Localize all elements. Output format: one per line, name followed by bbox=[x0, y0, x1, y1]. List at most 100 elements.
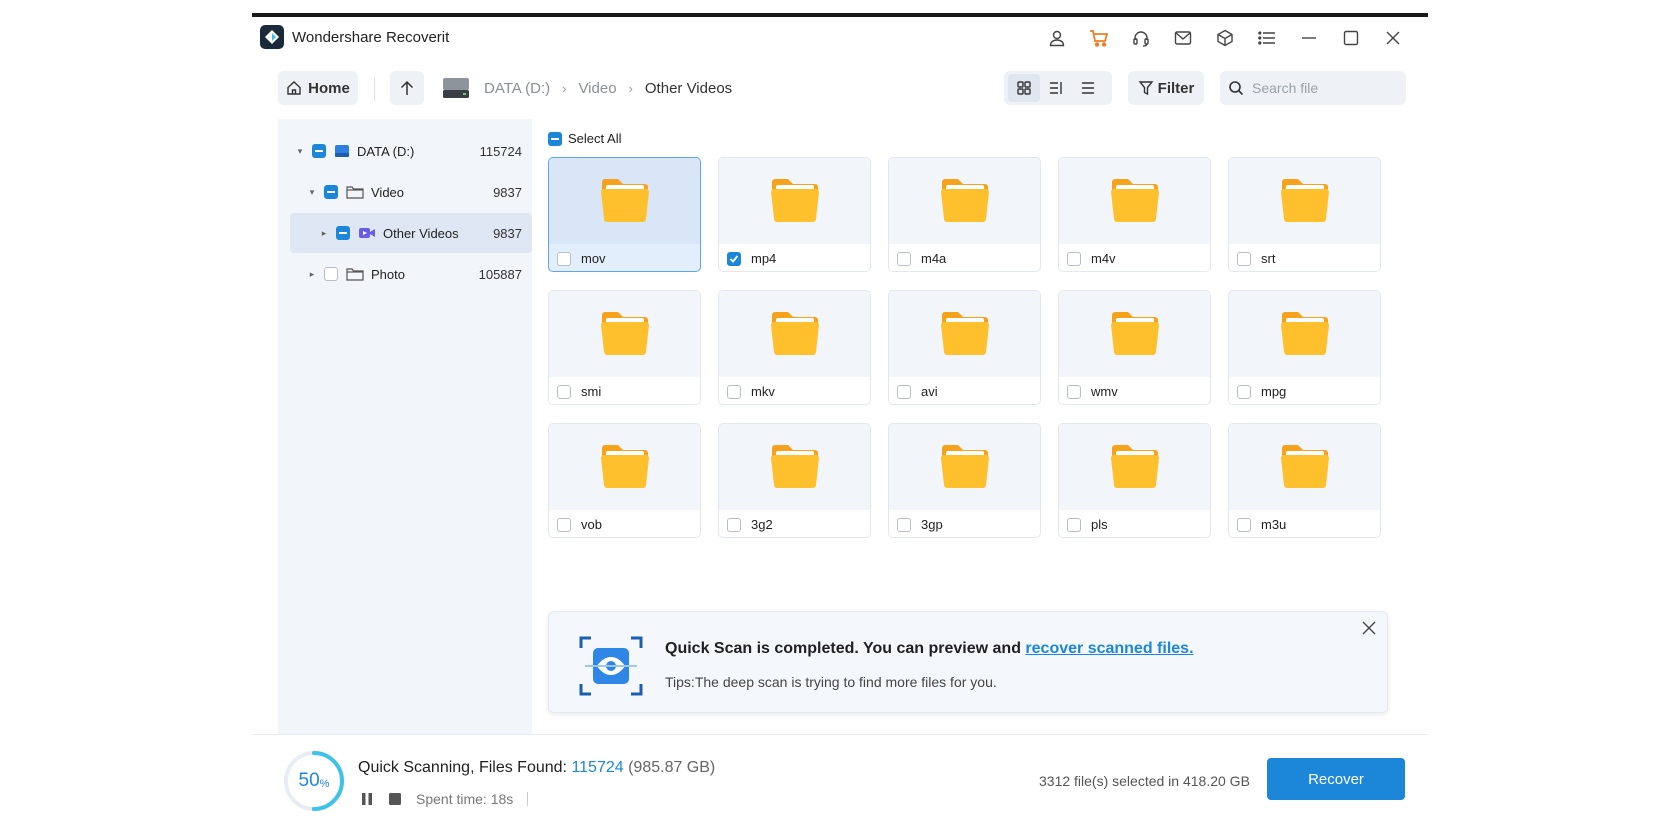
menu-icon[interactable] bbox=[1246, 25, 1288, 51]
folder-card-m4v[interactable]: m4v bbox=[1058, 157, 1211, 272]
folder-card-vob[interactable]: vob bbox=[548, 423, 701, 538]
up-level-button[interactable] bbox=[390, 71, 424, 105]
folder-card-smi[interactable]: smi bbox=[548, 290, 701, 405]
recover-scanned-files-link[interactable]: recover scanned files. bbox=[1025, 640, 1193, 657]
select-all-checkbox[interactable] bbox=[548, 131, 562, 146]
folder-card-m3u[interactable]: m3u bbox=[1228, 423, 1381, 538]
thumbnail bbox=[1059, 291, 1210, 377]
folder-card-wmv[interactable]: wmv bbox=[1058, 290, 1211, 405]
breadcrumb-video[interactable]: Video bbox=[578, 80, 616, 97]
tree-checkbox[interactable] bbox=[336, 226, 350, 240]
folder-card-pls[interactable]: pls bbox=[1058, 423, 1211, 538]
caret-down-icon[interactable]: ▾ bbox=[306, 187, 318, 198]
folder-checkbox[interactable] bbox=[727, 384, 741, 399]
file-content-area: Select All mov mp4 m4a m4v srt smi mkv avi wmv mp… bbox=[538, 119, 1428, 734]
tree-item-label: Other Videos bbox=[383, 225, 459, 241]
folder-name: mpg bbox=[1261, 384, 1287, 399]
folder-checkbox[interactable] bbox=[897, 517, 911, 532]
folder-card-mpg[interactable]: mpg bbox=[1228, 290, 1381, 405]
folder-checkbox[interactable] bbox=[727, 251, 741, 266]
card-footer: pls bbox=[1059, 510, 1210, 537]
thumbnail bbox=[889, 424, 1040, 510]
folder-icon bbox=[769, 439, 821, 496]
tree-item-count: 105887 bbox=[478, 266, 522, 282]
tree-item-count: 115724 bbox=[479, 143, 522, 159]
folder-icon bbox=[599, 306, 651, 363]
maximize-icon[interactable] bbox=[1330, 25, 1372, 51]
folder-checkbox[interactable] bbox=[1237, 251, 1251, 266]
detail-view-button[interactable] bbox=[1040, 74, 1072, 102]
folder-checkbox[interactable] bbox=[1237, 384, 1251, 399]
breadcrumb-drive[interactable]: DATA (D:) bbox=[484, 80, 550, 97]
folder-card-srt[interactable]: srt bbox=[1228, 157, 1381, 272]
breadcrumb: DATA (D:) › Video › Other Videos bbox=[442, 71, 738, 105]
tree-checkbox[interactable] bbox=[324, 185, 338, 199]
folder-card-mp4[interactable]: mp4 bbox=[718, 157, 871, 272]
filter-button[interactable]: Filter bbox=[1128, 71, 1204, 105]
folder-card-mkv[interactable]: mkv bbox=[718, 290, 871, 405]
folder-checkbox[interactable] bbox=[1067, 251, 1081, 266]
app-logo-icon bbox=[260, 25, 284, 49]
folder-name: srt bbox=[1261, 251, 1276, 266]
folder-card-3gp[interactable]: 3gp bbox=[888, 423, 1041, 538]
list-view-button[interactable] bbox=[1072, 74, 1104, 102]
search-input[interactable] bbox=[1250, 79, 1394, 97]
tree-item-other-videos[interactable]: ▸ Other Videos 9837 bbox=[290, 213, 532, 253]
video-camera-icon bbox=[358, 226, 376, 240]
status-bar: 50% Quick Scanning, Files Found: 115724 … bbox=[252, 734, 1428, 830]
folder-checkbox[interactable] bbox=[727, 517, 741, 532]
tip-label: Tips: bbox=[665, 674, 695, 690]
minimize-icon[interactable] bbox=[1288, 25, 1330, 51]
home-button[interactable]: Home bbox=[278, 71, 358, 105]
caret-right-icon[interactable]: ▸ bbox=[318, 228, 330, 239]
scan-controls: Spent time: 18s bbox=[360, 791, 529, 807]
select-all[interactable]: Select All bbox=[548, 131, 621, 146]
tree-item-count: 9837 bbox=[493, 225, 522, 241]
tree-item-photo[interactable]: ▸ Photo 105887 bbox=[278, 254, 532, 294]
pause-icon[interactable] bbox=[360, 792, 374, 806]
cart-icon[interactable] bbox=[1078, 25, 1120, 51]
folder-checkbox[interactable] bbox=[557, 384, 571, 399]
folder-checkbox[interactable] bbox=[557, 517, 571, 532]
stop-icon[interactable] bbox=[388, 792, 402, 806]
folder-card-m4a[interactable]: m4a bbox=[888, 157, 1041, 272]
grid-view-button[interactable] bbox=[1008, 74, 1040, 102]
thumbnail bbox=[1229, 291, 1380, 377]
caret-down-icon[interactable]: ▾ bbox=[294, 146, 306, 157]
close-icon[interactable] bbox=[1372, 25, 1414, 51]
tip-text: The deep scan is trying to find more fil… bbox=[694, 674, 997, 690]
view-mode-group bbox=[1004, 71, 1112, 105]
folder-icon bbox=[1279, 439, 1331, 496]
folder-card-3g2[interactable]: 3g2 bbox=[718, 423, 871, 538]
caret-right-icon[interactable]: ▸ bbox=[306, 269, 318, 280]
folder-checkbox[interactable] bbox=[1237, 517, 1251, 532]
checkmark-icon bbox=[729, 254, 739, 263]
folder-checkbox[interactable] bbox=[897, 251, 911, 266]
tree-item-video[interactable]: ▾ Video 9837 bbox=[278, 172, 532, 212]
folder-icon bbox=[599, 439, 651, 496]
breadcrumb-other-videos[interactable]: Other Videos bbox=[645, 80, 732, 97]
headset-icon[interactable] bbox=[1120, 25, 1162, 51]
tree-item-data-drive[interactable]: ▾ DATA (D:) 115724 bbox=[278, 131, 532, 171]
recover-button[interactable]: Recover bbox=[1267, 758, 1405, 800]
notice-close-icon[interactable] bbox=[1359, 618, 1379, 638]
card-footer: 3gp bbox=[889, 510, 1040, 537]
tree-checkbox[interactable] bbox=[324, 267, 338, 281]
filter-icon bbox=[1138, 81, 1154, 96]
thumbnail bbox=[719, 158, 870, 244]
card-footer: mov bbox=[549, 244, 700, 271]
box-icon[interactable] bbox=[1204, 25, 1246, 51]
folder-card-mov[interactable]: mov bbox=[548, 157, 701, 272]
thumbnail bbox=[1229, 158, 1380, 244]
folder-card-avi[interactable]: avi bbox=[888, 290, 1041, 405]
folder-checkbox[interactable] bbox=[1067, 384, 1081, 399]
folder-checkbox[interactable] bbox=[897, 384, 911, 399]
mail-icon[interactable] bbox=[1162, 25, 1204, 51]
scan-status-title: Quick Scanning, Files Found: 115724 (985… bbox=[358, 759, 715, 777]
user-icon[interactable] bbox=[1036, 25, 1078, 51]
tree-checkbox[interactable] bbox=[312, 144, 326, 158]
thumbnail bbox=[1059, 158, 1210, 244]
folder-checkbox[interactable] bbox=[557, 251, 571, 266]
app-title: Wondershare Recoverit bbox=[292, 29, 450, 46]
folder-checkbox[interactable] bbox=[1067, 517, 1081, 532]
